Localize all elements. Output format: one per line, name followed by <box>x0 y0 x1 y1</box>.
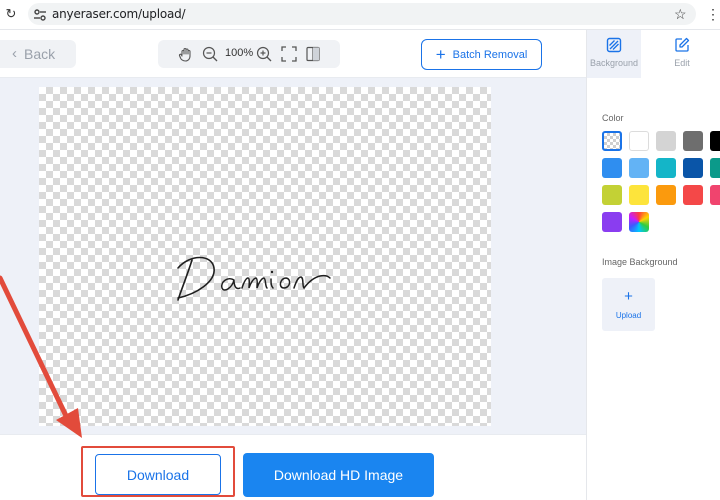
tab-edit-label: Edit <box>674 58 690 68</box>
color-swatch-cyan[interactable] <box>656 158 676 178</box>
plus-icon: + <box>435 44 446 64</box>
batch-removal-button[interactable]: + Batch Removal <box>421 39 542 70</box>
batch-removal-label: Batch Removal <box>452 48 528 61</box>
color-swatch-light-gray[interactable] <box>656 131 676 151</box>
hand-pan-icon[interactable] <box>177 45 195 63</box>
back-label: Back <box>24 46 56 62</box>
browser-address-bar: ↻ anyeraser.com/upload/ ☆ ⋮ <box>0 0 720 30</box>
color-swatch-dark-blue[interactable] <box>683 158 703 178</box>
upload-label: Upload <box>615 311 642 320</box>
color-swatch-orange[interactable] <box>656 185 676 205</box>
color-swatch-blue[interactable] <box>602 158 622 178</box>
color-swatch-custom-picker[interactable] <box>629 212 649 232</box>
edit-icon <box>675 37 690 52</box>
properties-panel: Background Edit Color Image Background +… <box>586 30 720 500</box>
signature-image <box>177 256 331 301</box>
reload-icon[interactable]: ↻ <box>4 7 18 21</box>
color-swatch-gray[interactable] <box>683 131 703 151</box>
color-swatch-transparent[interactable] <box>602 131 622 151</box>
annotation-highlight-box <box>81 446 235 497</box>
tab-background[interactable]: Background <box>587 30 641 78</box>
color-swatch-light-blue[interactable] <box>629 158 649 178</box>
site-settings-icon[interactable] <box>32 7 48 23</box>
fit-screen-icon[interactable] <box>280 45 298 63</box>
tab-background-label: Background <box>589 58 639 68</box>
background-icon <box>606 37 622 53</box>
editor-toolbar: ‹ Back 100% + Batch Removal <box>0 30 586 78</box>
app-root: ↻ anyeraser.com/upload/ ☆ ⋮ ‹ Back 100% … <box>0 0 720 500</box>
color-swatch-teal[interactable] <box>710 158 720 178</box>
url-text: anyeraser.com/upload/ <box>52 7 186 21</box>
image-background-label: Image Background <box>602 257 678 267</box>
tab-edit[interactable]: Edit <box>655 30 709 78</box>
color-swatch-lime[interactable] <box>602 185 622 205</box>
download-hd-button[interactable]: Download HD Image <box>243 453 434 497</box>
zoom-out-icon[interactable] <box>201 45 219 63</box>
plus-icon: + <box>624 288 633 305</box>
bookmark-star-icon[interactable]: ☆ <box>674 6 687 22</box>
color-swatch-black[interactable] <box>710 131 720 151</box>
zoom-level: 100% <box>225 47 254 59</box>
back-button[interactable]: ‹ Back <box>0 40 76 68</box>
chevron-left-icon: ‹ <box>12 45 17 62</box>
color-swatch-white[interactable] <box>629 131 649 151</box>
color-swatch-yellow[interactable] <box>629 185 649 205</box>
browser-menu-icon[interactable]: ⋮ <box>706 6 720 22</box>
color-section-label: Color <box>602 113 624 123</box>
color-swatch-red[interactable] <box>683 185 703 205</box>
upload-background-button[interactable]: + Upload <box>602 278 655 331</box>
color-swatch-pink[interactable] <box>710 185 720 205</box>
annotation-arrow <box>0 275 82 438</box>
zoom-in-icon[interactable] <box>255 45 273 63</box>
color-swatch-purple[interactable] <box>602 212 622 232</box>
compare-icon[interactable] <box>304 45 322 63</box>
